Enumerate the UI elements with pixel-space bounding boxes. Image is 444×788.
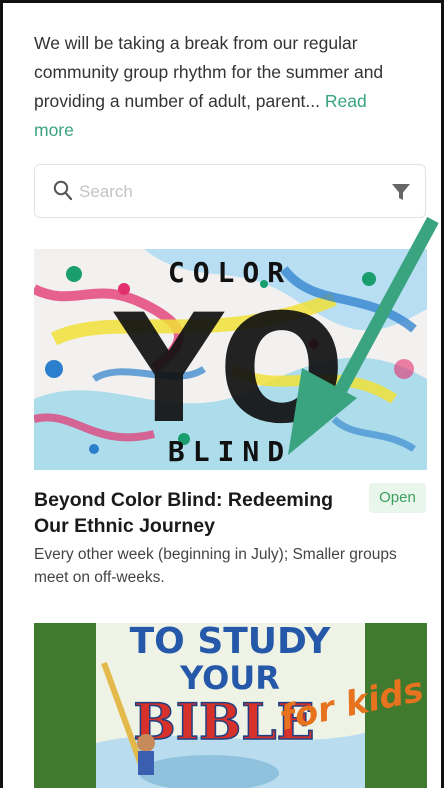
group-card-image[interactable]: TO STUDY YOUR BIBLE for kids xyxy=(34,623,427,788)
filter-icon[interactable] xyxy=(391,182,411,202)
app-frame: We will be taking a break from our regul… xyxy=(0,0,444,788)
status-badge: Open xyxy=(369,483,426,513)
cover-line-1: TO STUDY xyxy=(130,623,332,662)
color-blind-cover-art: COLOR YO BLIND xyxy=(34,249,427,470)
group-card-image[interactable]: COLOR YO BLIND xyxy=(34,249,427,470)
search-input[interactable]: Search xyxy=(79,182,133,202)
cover-title-middle: YO xyxy=(113,283,346,457)
search-icon xyxy=(53,180,73,201)
group-category-description: We will be taking a break from our regul… xyxy=(34,29,404,145)
group-title[interactable]: Beyond Color Blind: Redeeming Our Ethnic… xyxy=(34,487,354,539)
search-bar[interactable]: Search xyxy=(34,164,426,218)
cover-title-bottom: BLIND xyxy=(168,435,292,468)
group-description: Every other week (beginning in July); Sm… xyxy=(34,546,397,586)
bible-kids-cover-art: TO STUDY YOUR BIBLE for kids xyxy=(34,623,427,788)
